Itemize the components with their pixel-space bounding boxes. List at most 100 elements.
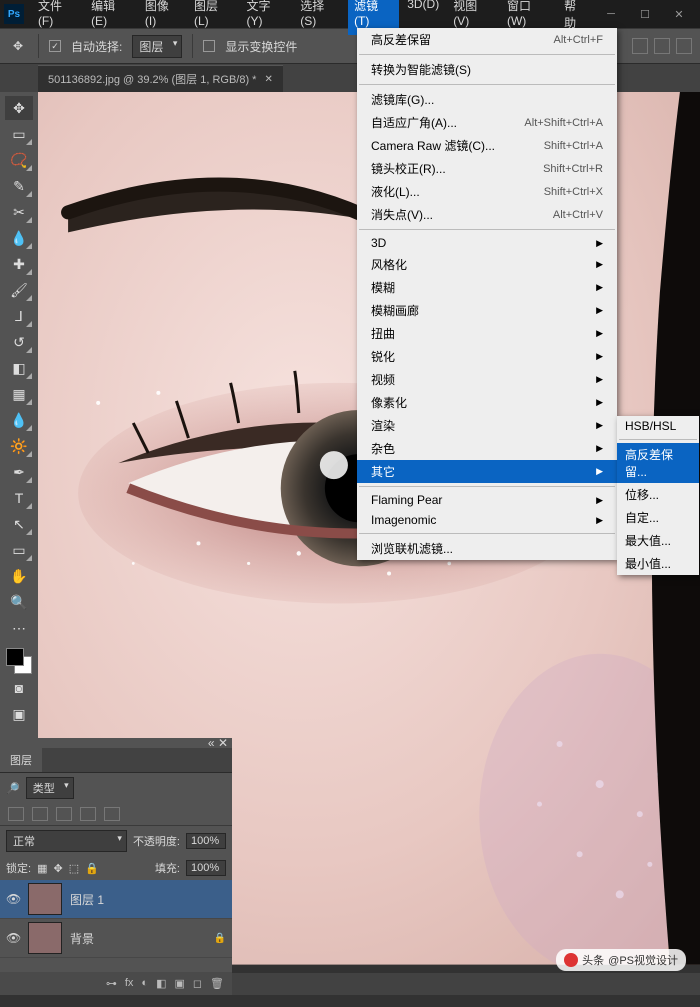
crop-tool-icon[interactable]: ✂ [5,200,33,224]
menu-edit[interactable]: 编辑(E) [85,0,137,35]
menu-type[interactable]: 文字(Y) [240,0,292,35]
search-icon[interactable]: 🔎 [6,782,20,795]
document-tab[interactable]: 501136892.jpg @ 39.2% (图层 1, RGB/8) * ✕ [38,65,283,92]
filter-menu-item[interactable]: 渲染▶ [357,414,617,437]
filter-type-icon[interactable] [56,807,72,821]
visibility-eye-icon[interactable]: 👁 [6,931,20,945]
new-layer-icon[interactable]: ◻ [193,977,202,990]
gradient-tool-icon[interactable]: ▦ [5,382,33,406]
auto-select-checkbox[interactable]: ✓ [49,40,61,52]
filter-menu-item[interactable]: 转换为智能滤镜(S) [357,58,617,81]
auto-select-target-dropdown[interactable]: 图层 [132,35,182,58]
filter-menu-item[interactable]: Flaming Pear▶ [357,490,617,510]
edit-toolbar-icon[interactable]: ⋯ [5,616,33,640]
tab-close-icon[interactable]: ✕ [264,74,272,85]
filter-smart-icon[interactable] [104,807,120,821]
minimize-button[interactable]: ─ [594,3,628,25]
filter-menu-item[interactable]: 扭曲▶ [357,322,617,345]
align-icon[interactable] [632,38,648,54]
active-tool-icon[interactable]: ✥ [8,36,28,56]
submenu-item[interactable]: 高反差保留... [617,443,699,483]
layer-filter-type-dropdown[interactable]: 类型 [26,777,74,799]
layers-tab[interactable]: 图层 [0,748,42,772]
eyedropper-tool-icon[interactable]: 💧 [5,226,33,250]
type-tool-icon[interactable]: T [5,486,33,510]
submenu-item[interactable]: HSB/HSL [617,416,699,436]
lock-artboard-icon[interactable]: ⬚ [69,862,79,875]
maximize-button[interactable]: ☐ [628,3,662,25]
filter-menu-item[interactable]: 其它▶ [357,460,617,483]
lock-pixels-icon[interactable]: ▦ [37,862,47,875]
eraser-tool-icon[interactable]: ◧ [5,356,33,380]
filter-menu-item[interactable]: 液化(L)...Shift+Ctrl+X [357,180,617,203]
fill-input[interactable]: 100% [186,860,226,876]
lasso-tool-icon[interactable]: 📿 [5,148,33,172]
filter-shape-icon[interactable] [80,807,96,821]
pen-tool-icon[interactable]: ✒ [5,460,33,484]
opacity-input[interactable]: 100% [186,833,226,849]
hand-tool-icon[interactable]: ✋ [5,564,33,588]
layer-thumbnail[interactable] [28,922,62,954]
filter-menu-item[interactable]: 消失点(V)...Alt+Ctrl+V [357,203,617,226]
healing-tool-icon[interactable]: ✚ [5,252,33,276]
filter-menu-item[interactable]: 浏览联机滤镜... [357,537,617,560]
filter-menu-item[interactable]: Imagenomic▶ [357,510,617,530]
foreground-swatch[interactable] [6,648,24,666]
submenu-item[interactable]: 最小值... [617,552,699,575]
filter-menu-item[interactable]: 模糊画廊▶ [357,299,617,322]
panel-close-icon[interactable]: ✕ [218,736,228,750]
menu-image[interactable]: 图像(I) [139,0,186,35]
filter-menu-item[interactable]: 模糊▶ [357,276,617,299]
dodge-tool-icon[interactable]: 🔆 [5,434,33,458]
filter-menu-item[interactable]: 镜头校正(R)...Shift+Ctrl+R [357,157,617,180]
menu-file[interactable]: 文件(F) [32,0,83,35]
filter-menu-item[interactable]: 3D▶ [357,233,617,253]
layer-thumbnail[interactable] [28,883,62,915]
align-icon[interactable] [676,38,692,54]
filter-menu-item[interactable]: 锐化▶ [357,345,617,368]
layer-row[interactable]: 👁图层 1 [0,880,232,919]
show-transform-checkbox[interactable] [203,40,215,52]
zoom-tool-icon[interactable]: 🔍 [5,590,33,614]
history-brush-tool-icon[interactable]: ↺ [5,330,33,354]
filter-adjust-icon[interactable] [32,807,48,821]
submenu-item[interactable]: 最大值... [617,529,699,552]
panel-collapse-icon[interactable]: « [208,736,215,750]
blend-mode-dropdown[interactable]: 正常 [6,830,127,852]
layer-row[interactable]: 👁背景🔒 [0,919,232,958]
submenu-item[interactable]: 自定... [617,506,699,529]
filter-menu-item[interactable]: 杂色▶ [357,437,617,460]
blur-tool-icon[interactable]: 💧 [5,408,33,432]
filter-menu-item[interactable]: 滤镜库(G)... [357,88,617,111]
layer-mask-icon[interactable]: ◐ [141,977,148,990]
lock-all-icon[interactable]: 🔒 [85,862,99,875]
shape-tool-icon[interactable]: ▭ [5,538,33,562]
screenmode-icon[interactable]: ▣ [5,702,33,726]
delete-layer-icon[interactable]: 🗑 [210,977,224,990]
path-select-tool-icon[interactable]: ↖ [5,512,33,536]
group-icon[interactable]: ▣ [174,977,184,990]
move-tool-icon[interactable]: ✥ [5,96,33,120]
filter-menu-item[interactable]: Camera Raw 滤镜(C)...Shift+Ctrl+A [357,134,617,157]
filter-menu-item[interactable]: 视频▶ [357,368,617,391]
layer-fx-icon[interactable]: fx [125,977,134,990]
align-icon[interactable] [654,38,670,54]
submenu-item[interactable]: 位移... [617,483,699,506]
close-button[interactable]: ✕ [662,3,696,25]
filter-pixel-icon[interactable] [8,807,24,821]
filter-menu-item[interactable]: 风格化▶ [357,253,617,276]
stamp-tool-icon[interactable]: ⅃ [5,304,33,328]
filter-menu-item[interactable]: 自适应广角(A)...Alt+Shift+Ctrl+A [357,111,617,134]
brush-tool-icon[interactable]: 🖌 [5,278,33,302]
lock-position-icon[interactable]: ✥ [53,862,62,875]
adjustment-layer-icon[interactable]: ◧ [156,977,166,990]
link-layers-icon[interactable]: ⊶ [106,977,117,990]
menu-layer[interactable]: 图层(L) [188,0,238,35]
quickmask-icon[interactable]: ◙ [5,676,33,700]
filter-menu-item[interactable]: 高反差保留Alt+Ctrl+F [357,28,617,51]
marquee-tool-icon[interactable]: ▭ [5,122,33,146]
filter-menu-item[interactable]: 像素化▶ [357,391,617,414]
visibility-eye-icon[interactable]: 👁 [6,892,20,906]
color-swatches[interactable] [6,648,32,674]
menu-select[interactable]: 选择(S) [294,0,346,35]
